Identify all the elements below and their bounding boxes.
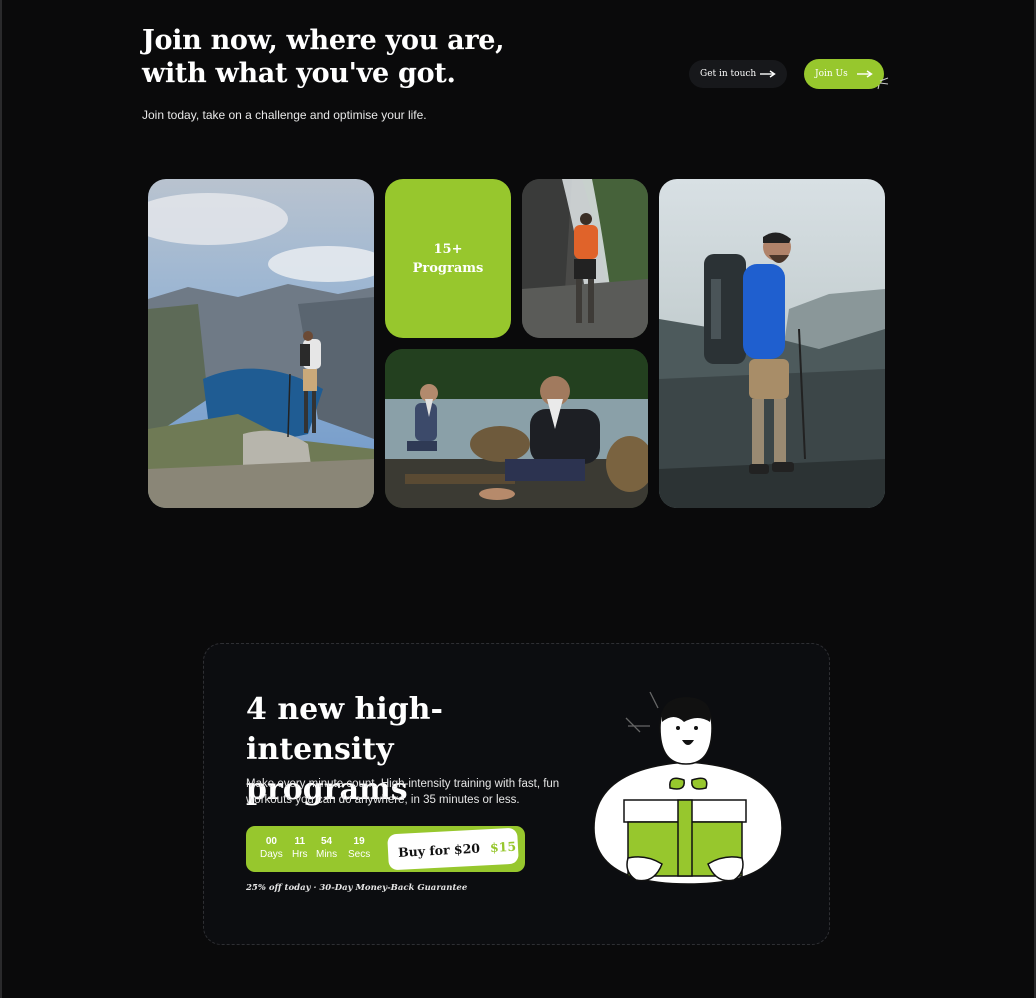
promo-description: Make every minute count. High-intensity …	[246, 778, 560, 806]
countdown-days-value: 00	[265, 836, 277, 847]
elders-river-photo	[385, 349, 648, 508]
hero-headline-line1: Join now, where you are,	[142, 25, 505, 56]
programs-label: Programs	[412, 260, 484, 276]
arrow-right-icon	[760, 70, 776, 78]
promo-title-line1: 4 new high-intensity	[246, 692, 443, 767]
hero-headline: Join now, where you are, with what you'v…	[142, 24, 505, 90]
get-in-touch-label: Get in touch	[700, 69, 757, 79]
countdown-seconds-unit: Secs	[348, 849, 371, 860]
countdown-days: 00 Days	[260, 835, 283, 861]
get-in-touch-button[interactable]: Get in touch	[689, 60, 787, 88]
countdown-minutes: 54 Mins	[316, 835, 337, 861]
guarantee-note: 25% off today · 30-Day Money-Back Guaran…	[246, 883, 468, 893]
hiker-mountain-photo	[659, 179, 885, 508]
buy-button-label: Buy for $20	[397, 840, 481, 860]
join-us-label: Join Us	[815, 69, 848, 79]
countdown-hours: 11 Hrs	[292, 835, 308, 861]
countdown-minutes-unit: Mins	[316, 849, 338, 860]
hiker-fjord-photo	[148, 179, 374, 508]
countdown-minutes-value: 54	[321, 836, 333, 847]
click-sparkle-icon	[877, 77, 889, 90]
sale-price: $15	[489, 838, 517, 855]
programs-count: 15+	[433, 241, 463, 257]
countdown-seconds-value: 19	[353, 836, 365, 847]
countdown-days-unit: Days	[260, 849, 283, 860]
arrow-right-icon	[857, 70, 873, 78]
hero-subline: Join today, take on a challenge and opti…	[142, 108, 427, 122]
hero-headline-line2: with what you've got.	[142, 58, 456, 89]
programs-count-card: 15+ Programs	[385, 179, 511, 338]
buy-button[interactable]: Buy for $20 $15	[387, 827, 519, 871]
hiker-waterfall-photo	[522, 179, 648, 338]
countdown-hours-unit: Hrs	[292, 849, 308, 860]
countdown-hours-value: 11	[294, 836, 306, 847]
countdown-seconds: 19 Secs	[348, 835, 370, 861]
window-border-left	[0, 0, 2, 998]
gift-illustration	[593, 691, 783, 885]
join-us-button[interactable]: Join Us	[804, 59, 884, 89]
